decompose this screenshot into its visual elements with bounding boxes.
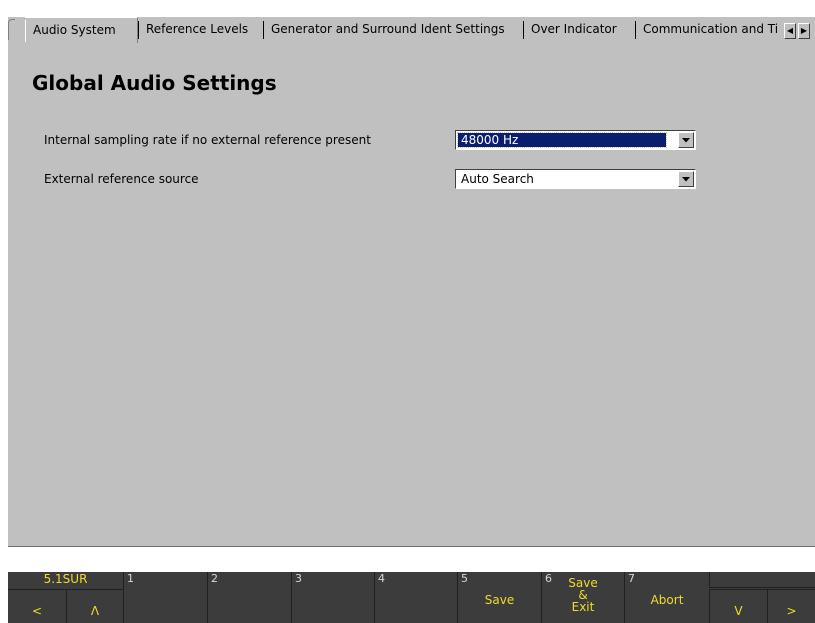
softkey-bar: 5.1SUR < Λ 1 2 3 4 5 Save 6 Save & Exit …: [8, 572, 815, 623]
softkey-down[interactable]: V: [709, 589, 767, 623]
tab-label: Audio System: [33, 23, 116, 37]
sampling-rate-dropdown[interactable]: 48000 Hz: [455, 130, 696, 150]
softkey-number: 1: [127, 572, 134, 585]
softkey-number: 3: [295, 572, 302, 585]
chevron-down-icon: V: [734, 604, 743, 618]
chevron-right-icon: >: [786, 604, 797, 618]
reference-source-dropdown[interactable]: Auto Search: [455, 169, 696, 189]
tab-scroll-buttons: ◀ ▶: [784, 23, 810, 39]
chevron-down-icon[interactable]: [678, 171, 694, 187]
mode-indicator: 5.1SUR: [8, 572, 123, 588]
mode-label: 5.1SUR: [43, 572, 88, 586]
softkey-2[interactable]: 2: [207, 572, 291, 623]
softkey-number: 4: [378, 572, 385, 585]
tab-communication[interactable]: Communication and Ti: [635, 17, 784, 42]
tab-bar: Audio System Reference Levels Generator …: [8, 17, 815, 43]
save-label: Save: [484, 593, 515, 607]
tab-reference-levels[interactable]: Reference Levels: [138, 17, 256, 42]
abort-label: Abort: [650, 593, 684, 607]
scroll-right-arrow-icon[interactable]: ▶: [798, 23, 810, 39]
page-title: Global Audio Settings: [32, 71, 277, 95]
tab-label: Reference Levels: [146, 22, 249, 36]
softkey-1[interactable]: 1: [123, 572, 207, 623]
tab-label: Communication and Ti: [643, 22, 779, 36]
softkey-right[interactable]: >: [767, 589, 815, 623]
softkey-top-right-blank: [709, 572, 815, 588]
save-exit-label: Save & Exit: [542, 577, 624, 613]
tab-audio-system[interactable]: Audio System: [25, 17, 138, 43]
softkey-left[interactable]: <: [8, 589, 66, 623]
softkey-number: 2: [211, 572, 218, 585]
scroll-left-arrow-icon[interactable]: ◀: [784, 23, 796, 39]
softkey-4[interactable]: 4: [374, 572, 457, 623]
chevron-up-icon: Λ: [90, 604, 100, 618]
softkey-6-save-exit[interactable]: 6 Save & Exit: [541, 572, 624, 623]
chevron-down-icon[interactable]: [678, 132, 694, 148]
softkey-5-save[interactable]: 5 Save: [457, 572, 541, 623]
tab-label: Over Indicator: [531, 22, 617, 36]
softkey-3[interactable]: 3: [291, 572, 374, 623]
tab-label: Generator and Surround Ident Settings: [271, 22, 505, 36]
tab-bar-left-edge: [8, 19, 15, 40]
save-exit-line-3: Exit: [571, 600, 595, 614]
sampling-rate-label: Internal sampling rate if no external re…: [44, 133, 371, 147]
tab-over-indicator[interactable]: Over Indicator: [523, 17, 631, 42]
tab-generator-surround-ident[interactable]: Generator and Surround Ident Settings: [263, 17, 519, 42]
settings-panel: Audio System Reference Levels Generator …: [8, 17, 815, 547]
reference-source-label: External reference source: [44, 172, 199, 186]
softkey-number: 5: [461, 572, 468, 585]
softkey-up[interactable]: Λ: [66, 589, 123, 623]
chevron-left-icon: <: [31, 604, 43, 618]
softkey-7-abort[interactable]: 7 Abort: [624, 572, 709, 623]
sampling-rate-value: 48000 Hz: [457, 132, 667, 148]
reference-source-value: Auto Search: [461, 172, 534, 186]
softkey-number: 7: [628, 572, 635, 585]
